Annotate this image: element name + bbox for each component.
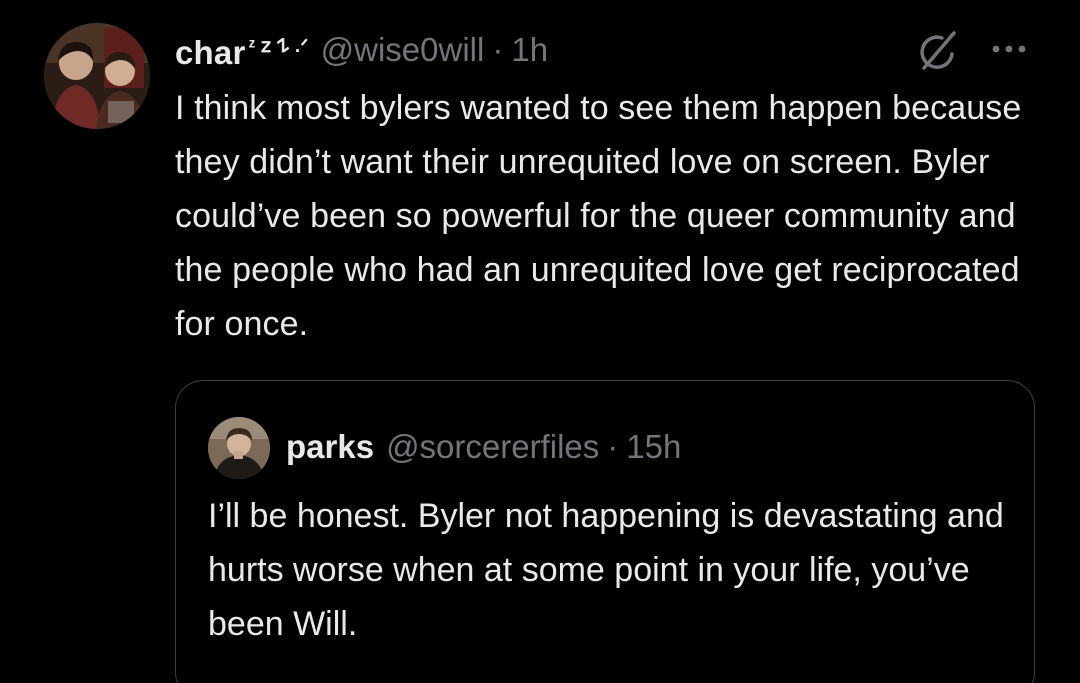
post-timestamp[interactable]: 1h — [511, 30, 548, 70]
quoted-separator-dot: · — [607, 428, 619, 465]
author-display-name[interactable]: char ᶻ 𝗓 𐰁 .ᐟ — [175, 27, 309, 73]
quoted-post-timestamp[interactable]: 15h — [626, 427, 681, 467]
avatar-image — [44, 23, 150, 129]
name-decoration: ᶻ 𝗓 𐰁 .ᐟ — [248, 36, 309, 57]
post[interactable]: char ᶻ 𝗓 𐰁 .ᐟ @wise0will · 1h I think mos… — [0, 0, 1080, 683]
quoted-post-header: parks @sorcererfiles · 15h — [286, 427, 681, 467]
separator-dot: · — [492, 31, 504, 68]
author-avatar[interactable] — [44, 23, 150, 129]
post-text: I think most bylers wanted to see them h… — [175, 89, 1022, 343]
post-header: char ᶻ 𝗓 𐰁 .ᐟ @wise0will · 1h — [175, 27, 548, 73]
quoted-post-card[interactable]: parks @sorcererfiles · 15h I’ll be hones… — [175, 380, 1035, 683]
quoted-author-handle[interactable]: @sorcererfiles — [386, 427, 599, 467]
more-dots-icon[interactable] — [990, 42, 1028, 56]
quoted-author-display-name[interactable]: parks — [286, 427, 374, 467]
quoted-post-text: I’ll be honest. Byler not happening is d… — [208, 497, 1004, 643]
quoted-avatar-image — [208, 417, 270, 479]
quoted-author-avatar[interactable] — [208, 417, 270, 479]
author-handle[interactable]: @wise0will — [321, 30, 485, 70]
grok-slash-icon[interactable] — [911, 24, 965, 78]
